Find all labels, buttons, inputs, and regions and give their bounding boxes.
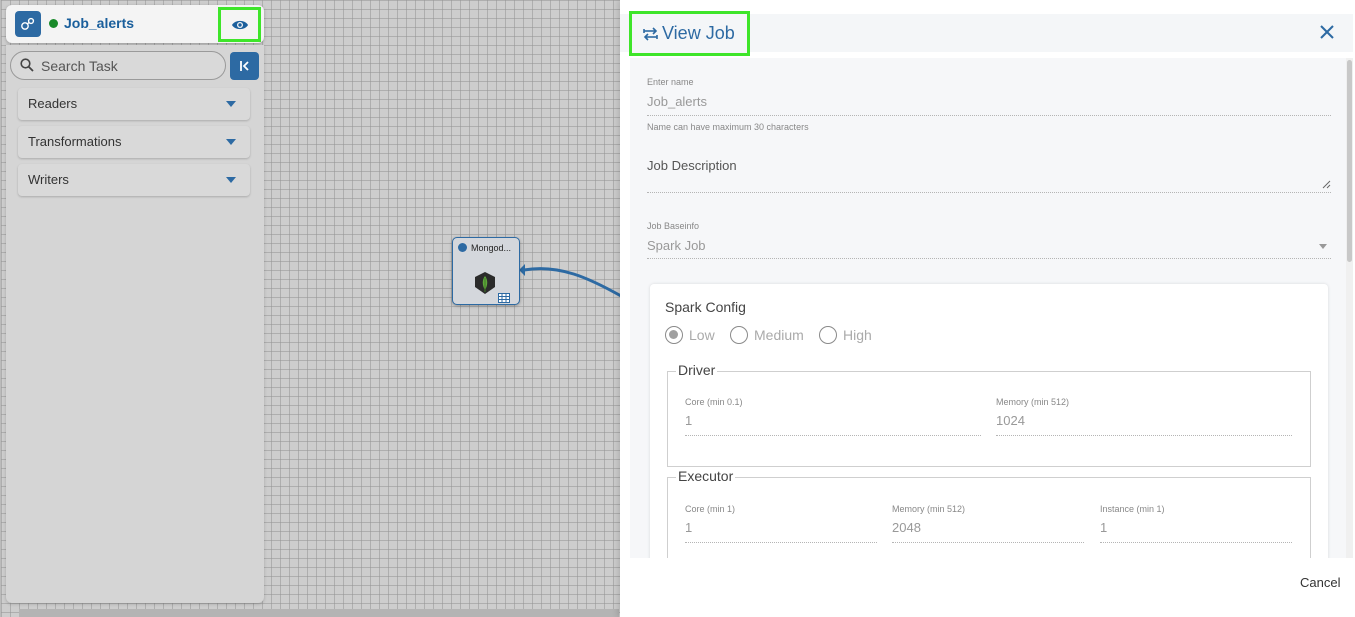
executor-core-field[interactable]: 1 <box>685 520 692 535</box>
search-input[interactable] <box>41 56 221 76</box>
driver-core-underline <box>685 435 981 436</box>
baseinfo-select[interactable]: Spark Job <box>647 238 706 253</box>
executor-instance-label: Instance (min 1) <box>1100 504 1165 514</box>
name-field-hint: Name can have maximum 30 characters <box>647 122 809 132</box>
close-icon[interactable] <box>1319 24 1335 40</box>
panel-title-box: View Job <box>629 11 750 56</box>
driver-memory-label: Memory (min 512) <box>996 397 1070 407</box>
search-icon <box>20 58 34 72</box>
mongodb-leaf-icon <box>475 272 495 294</box>
radio-low[interactable]: Low <box>665 326 715 344</box>
caret-down-icon <box>226 177 236 183</box>
caret-down-icon[interactable] <box>1319 244 1327 249</box>
description-field[interactable]: Job Description <box>647 158 737 173</box>
panel-title: View Job <box>662 23 735 43</box>
executor-memory-underline <box>892 542 1084 543</box>
eye-icon <box>231 20 248 29</box>
executor-legend: Executor <box>676 468 736 484</box>
job-header: Job_alerts <box>6 5 264 43</box>
view-job-button[interactable] <box>218 7 261 42</box>
caret-down-icon <box>226 101 236 107</box>
job-title: Job_alerts <box>64 15 135 31</box>
radio-medium[interactable]: Medium <box>730 326 804 344</box>
category-readers[interactable]: Readers <box>18 88 250 120</box>
node-connector <box>519 264 621 298</box>
executor-instance-underline <box>1100 542 1292 543</box>
driver-core-label: Core (min 0.1) <box>685 397 743 407</box>
radio-circle[interactable] <box>819 326 837 344</box>
executor-memory-field[interactable]: 2048 <box>892 520 921 535</box>
category-label: Readers <box>28 96 78 111</box>
category-label: Transformations <box>28 134 122 149</box>
view-job-panel: View Job Enter name Job_alerts Name can … <box>620 0 1355 617</box>
task-sidebar: Readers Transformations Writers <box>6 45 264 603</box>
radio-label: High <box>843 327 872 343</box>
category-writers[interactable]: Writers <box>18 164 250 196</box>
radio-label: Low <box>689 327 715 343</box>
description-underline <box>647 192 1331 193</box>
panel-scrollbar-thumb[interactable] <box>1347 60 1352 262</box>
name-field-underline <box>647 115 1331 116</box>
canvas-horizontal-scrollbar[interactable] <box>19 609 619 617</box>
name-field[interactable]: Job_alerts <box>647 94 707 109</box>
executor-core-underline <box>685 542 877 543</box>
executor-memory-label: Memory (min 512) <box>892 504 966 514</box>
job-form: Enter name Job_alerts Name can have maxi… <box>630 58 1346 558</box>
node-label: Mongod... <box>471 243 512 253</box>
mongodb-reader-node[interactable]: Mongod... <box>452 237 520 305</box>
radio-label: Medium <box>754 327 804 343</box>
baseinfo-label: Job Baseinfo <box>647 221 700 231</box>
panel-footer: Cancel <box>620 558 1355 617</box>
executor-fieldset: Executor Core (min 1) 1 Memory (min 512)… <box>667 468 1311 558</box>
radio-circle[interactable] <box>665 326 683 344</box>
name-field-label: Enter name <box>647 77 694 87</box>
driver-memory-field[interactable]: 1024 <box>996 413 1025 428</box>
cancel-button[interactable]: Cancel <box>1300 575 1340 590</box>
collapse-sidebar-button[interactable] <box>230 52 259 80</box>
collapse-left-icon <box>239 61 249 71</box>
executor-core-label: Core (min 1) <box>685 504 736 514</box>
caret-down-icon <box>226 139 236 145</box>
spark-config-title: Spark Config <box>665 299 746 315</box>
category-transformations[interactable]: Transformations <box>18 126 250 158</box>
spark-config-card: Spark Config Low Medium High Driver Core… <box>650 284 1328 558</box>
executor-instance-field[interactable]: 1 <box>1100 520 1107 535</box>
radio-circle[interactable] <box>730 326 748 344</box>
job-status-dot <box>49 19 58 28</box>
driver-memory-underline <box>996 435 1292 436</box>
radio-high[interactable]: High <box>819 326 872 344</box>
node-status-dot <box>458 243 467 252</box>
driver-legend: Driver <box>676 362 718 378</box>
driver-fieldset: Driver Core (min 0.1) 1 Memory (min 512)… <box>667 362 1311 467</box>
resize-handle-icon[interactable] <box>1322 180 1331 189</box>
baseinfo-underline <box>647 258 1331 259</box>
category-label: Writers <box>28 172 69 187</box>
swap-arrows-icon <box>643 26 658 41</box>
search-box[interactable] <box>10 51 226 80</box>
driver-core-field[interactable]: 1 <box>685 413 692 428</box>
workflow-logo-icon[interactable] <box>15 11 41 37</box>
table-icon <box>498 293 510 303</box>
